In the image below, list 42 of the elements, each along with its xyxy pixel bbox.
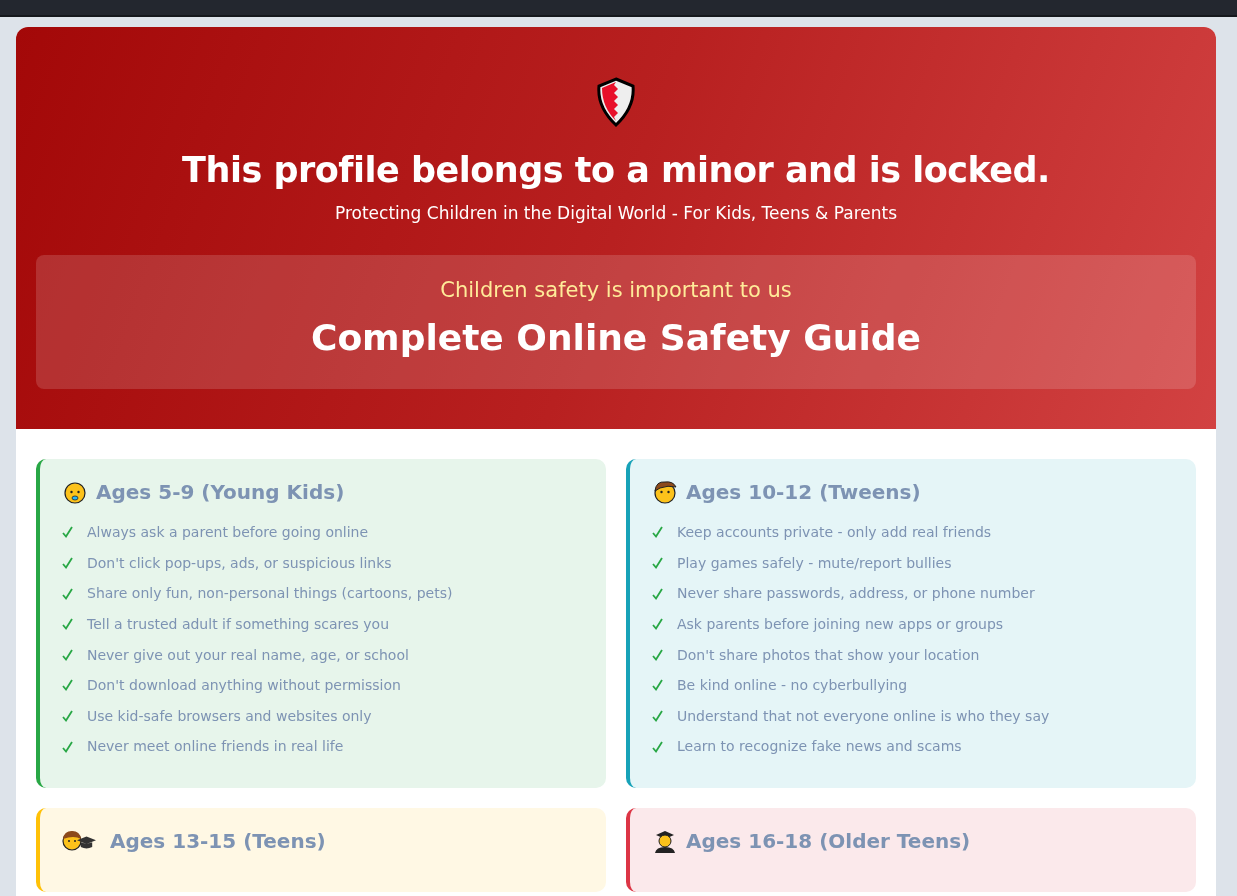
guide-title: Complete Online Safety Guide	[309, 316, 923, 360]
subtitle: Protecting Children in the Digital World - For Kids, Teens & Parents	[334, 202, 898, 225]
age-group-title: Ages 10-12 (Tweens)	[686, 479, 921, 507]
check-icon	[62, 679, 73, 692]
tagline: Children safety is important to us	[439, 276, 793, 304]
safety-tip: Keep accounts private - only add real friends	[677, 523, 992, 543]
safety-tip: Tell a trusted adult if something scares you	[87, 614, 389, 634]
check-icon	[652, 648, 663, 661]
page-title: This profile belongs to a minor and is locked.	[181, 149, 1051, 191]
safety-tip: Learn to recognize fake news and scams	[677, 737, 962, 757]
check-icon	[652, 710, 663, 723]
check-icon	[62, 740, 73, 753]
safety-tip: Don't click pop-ups, ads, or suspicious links	[87, 553, 392, 573]
check-icon	[652, 618, 663, 631]
safety-tip: Never meet online friends in real life	[87, 737, 344, 757]
safety-tip: Always ask a parent before going online	[87, 523, 369, 543]
shield-icon	[595, 77, 637, 127]
check-icon	[62, 587, 73, 600]
check-icon	[62, 710, 73, 723]
check-icon	[652, 557, 663, 570]
safety-tip: Don't share photos that show your location	[677, 645, 980, 665]
safety-tip: Never give out your real name, age, or school	[87, 645, 409, 665]
check-icon	[62, 526, 73, 539]
safety-tip: Don't download anything without permission	[87, 676, 401, 696]
safety-tip: Use kid-safe browsers and websites only	[87, 706, 372, 726]
check-icon	[62, 557, 73, 570]
check-icon	[652, 740, 663, 753]
safety-tip: Ask parents before joining new apps or groups	[677, 614, 1004, 634]
safety-tip: Understand that not everyone online is who they say	[677, 706, 1050, 726]
age-group-title: Ages 16-18 (Older Teens)	[686, 827, 971, 855]
safety-tip: Be kind online - no cyberbullying	[677, 676, 908, 696]
check-icon	[62, 648, 73, 661]
check-icon	[62, 618, 73, 631]
safety-tip: Play games safely - mute/report bullies	[677, 553, 952, 573]
safety-tip: Never share passwords, address, or phone number	[677, 584, 1035, 604]
check-icon	[652, 587, 663, 600]
check-icon	[652, 526, 663, 539]
check-icon	[652, 679, 663, 692]
child-face-icon	[652, 478, 678, 506]
age-group-title: Ages 5-9 (Young Kids)	[96, 479, 345, 507]
safety-tip: Share only fun, non-personal things (cartoons, pets)	[87, 584, 453, 604]
age-group-title: Ages 13-15 (Teens)	[110, 827, 326, 855]
